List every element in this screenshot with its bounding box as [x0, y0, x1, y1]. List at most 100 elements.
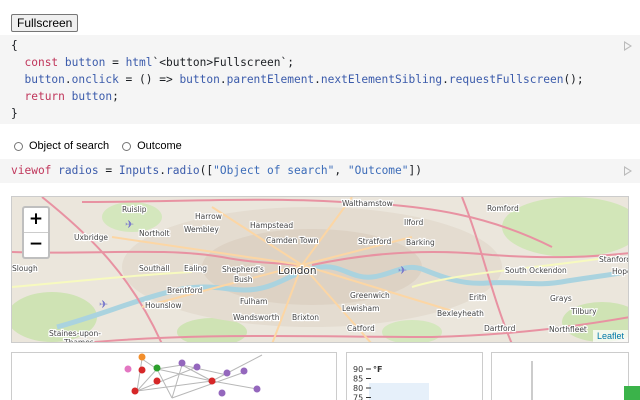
code-token: = () =>: [118, 73, 180, 86]
map-place-label: Thames: [63, 338, 94, 343]
bar-chart: [531, 361, 533, 400]
map-place-label: Stanford: [599, 255, 629, 264]
code-token: const: [24, 56, 59, 69]
y-tick-label: 80: [353, 384, 363, 393]
map-place-label: Walthamstow: [342, 199, 393, 208]
code-token: button: [71, 90, 113, 103]
map-place-label: Catford: [347, 324, 375, 333]
code-token: button: [24, 73, 65, 86]
radio-circle-icon[interactable]: [122, 141, 132, 151]
svg-text:✈: ✈: [125, 218, 134, 231]
map-place-label: Fulham: [240, 297, 267, 306]
map-place-label: Brixton: [292, 313, 319, 322]
map-place-label: Northfleet: [549, 325, 587, 334]
code-token: ([: [199, 164, 214, 177]
radio-option[interactable]: Outcome: [122, 140, 182, 152]
map-place-label: Uxbridge: [74, 233, 108, 242]
code-cell-radios[interactable]: viewof radios = Inputs.radio(["Object of…: [0, 159, 640, 183]
map-place-label: Southall: [139, 264, 170, 273]
code-token: }: [11, 107, 18, 120]
map-place-label: Lewisham: [342, 304, 379, 313]
code-token: `<button>Fullscreen`;: [152, 56, 294, 69]
y-tick-label: 85: [353, 375, 363, 384]
run-cell-icon[interactable]: [624, 166, 632, 176]
radio-option[interactable]: Object of search: [14, 140, 109, 152]
code-token: button: [64, 56, 106, 69]
temperature-chart: 90858075 °F: [353, 365, 429, 400]
map-place-label: Erith: [469, 293, 487, 302]
code-token: nextElementSibling: [320, 73, 443, 86]
temperature-chart-panel: 90 85 80 75 °F: [346, 352, 483, 400]
map-attribution-link[interactable]: Leaflet: [592, 330, 628, 342]
code-token: ,: [334, 164, 348, 177]
map-place-label: Bexleyheath: [437, 309, 484, 318]
code-token: .: [442, 73, 449, 86]
y-tick-label: 90: [353, 365, 363, 374]
radio-circle-icon[interactable]: [14, 141, 23, 151]
map-place-label: Hope: [612, 267, 629, 276]
code-line: return button;: [11, 88, 118, 105]
code-token: requestFullscreen: [448, 73, 564, 86]
svg-text:✈: ✈: [398, 264, 407, 277]
code-token: return: [24, 90, 65, 103]
code-line: button.onclick = () => button.parentElem…: [11, 71, 584, 88]
code-token: ]): [408, 164, 422, 177]
fullscreen-button[interactable]: Fullscreen: [11, 14, 79, 32]
map-place-label: Hounslow: [145, 301, 181, 310]
map-place-label: Tilbury: [570, 307, 597, 316]
network-graph: [124, 353, 263, 399]
code-token: Inputs: [118, 164, 160, 177]
zoom-in-button[interactable]: +: [24, 208, 48, 232]
map-place-label: London: [278, 265, 317, 277]
map-place-label: Harrow: [195, 212, 222, 221]
map-place-label: Northolt: [139, 229, 170, 238]
map-place-label: Barking: [406, 238, 435, 247]
code-token: html: [125, 56, 153, 69]
map-place-label: Wandsworth: [233, 313, 280, 322]
map-place-label: South Ockendon: [505, 266, 567, 275]
map-place-label: Ilford: [404, 218, 423, 227]
map-place-label: Hampstead: [250, 221, 293, 230]
map-place-label: Staines-upon-: [49, 329, 101, 338]
code-token: .: [314, 73, 321, 86]
code-line: }: [11, 105, 18, 122]
green-corner-widget[interactable]: [624, 386, 640, 400]
map-place-label: Greenwich: [350, 291, 390, 300]
y-axis-unit: °F: [373, 365, 382, 374]
map-place-label: Dartford: [484, 324, 516, 333]
map-view[interactable]: ✈ ✈ ✈ Ruislip Harrow Hampstead Walthamstow I…: [11, 196, 629, 343]
code-token: ();: [563, 73, 584, 86]
map-place-label: Ruislip: [122, 205, 147, 214]
map-place-label: Shepherd's: [222, 265, 264, 274]
map-place-label: Bush: [234, 275, 253, 284]
radio-group: Object of search Outcome: [14, 140, 195, 154]
run-cell-icon[interactable]: [624, 41, 632, 51]
zoom-out-button[interactable]: −: [24, 232, 48, 257]
map-tiles[interactable]: ✈ ✈ ✈ Ruislip Harrow Hampstead Walthamstow I…: [12, 197, 629, 343]
code-token: parentElement: [226, 73, 315, 86]
code-cell-fullscreen[interactable]: { const button = html`<button>Fullscreen…: [0, 35, 640, 124]
code-token: .: [159, 164, 166, 177]
map-place-label: Brentford: [167, 286, 203, 295]
map-place-label: Wembley: [184, 225, 219, 234]
map-place-label: Grays: [550, 294, 572, 303]
code-line: viewof radios = Inputs.radio(["Object of…: [11, 162, 422, 179]
code-token: =: [105, 56, 126, 69]
code-token: .: [219, 73, 227, 86]
map-place-label: Camden Town: [266, 236, 319, 245]
zoom-control: + −: [22, 206, 50, 259]
y-tick-label: 75: [353, 394, 363, 400]
code-token: "Outcome": [347, 164, 409, 177]
network-graph-panel: [11, 352, 337, 400]
code-token: radios: [58, 164, 99, 177]
map-place-label: Stratford: [358, 237, 392, 246]
code-token: .: [64, 73, 72, 86]
code-token: "Object of search": [213, 164, 335, 177]
code-token: =: [98, 164, 119, 177]
map-place-label: Romford: [487, 204, 519, 213]
